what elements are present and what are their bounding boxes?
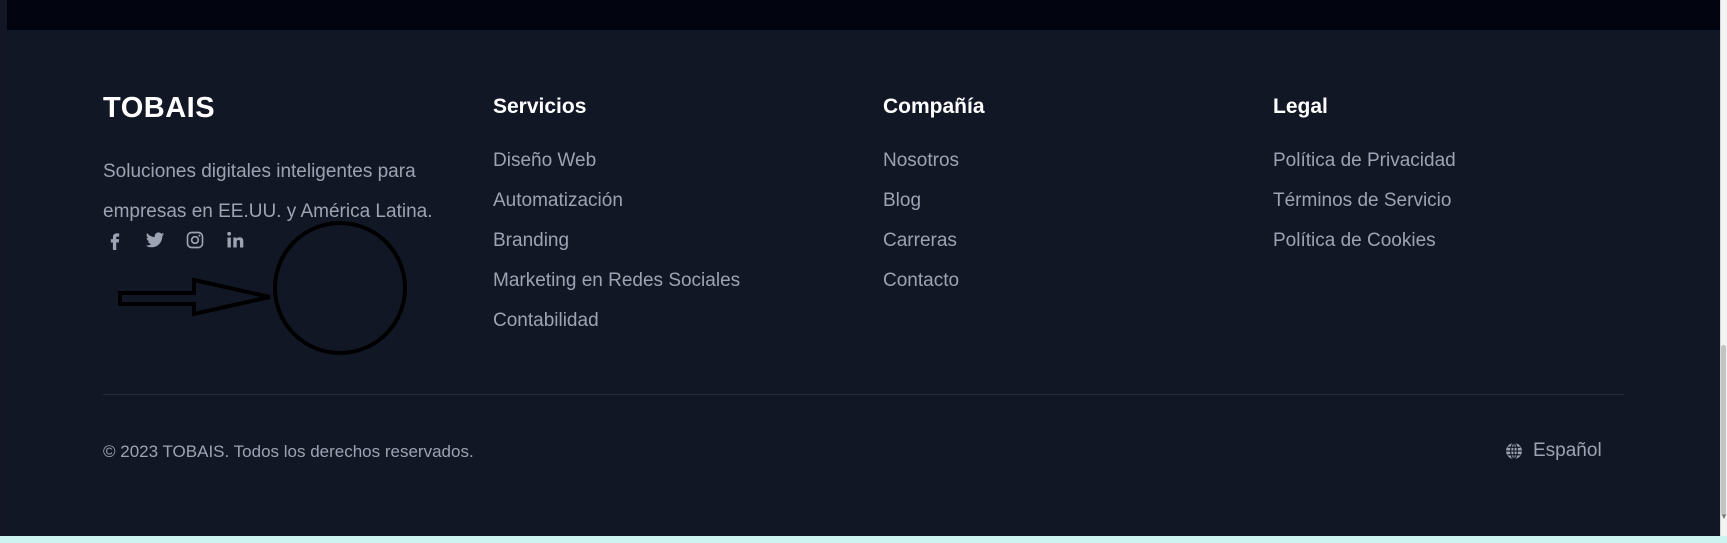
- footer-link-diseno-web[interactable]: Diseño Web: [493, 146, 740, 186]
- footer-brand-logo[interactable]: TOBAIS: [103, 92, 215, 125]
- footer-link-terminos[interactable]: Términos de Servicio: [1273, 186, 1456, 226]
- compania-links: Nosotros Blog Carreras Contacto: [883, 146, 959, 306]
- scrollbar-thumb[interactable]: [1721, 345, 1726, 515]
- legal-heading: Legal: [1273, 95, 1328, 118]
- scroll-down-icon[interactable]: ▼: [1720, 510, 1727, 524]
- instagram-icon[interactable]: [183, 228, 207, 252]
- footer-link-privacidad[interactable]: Política de Privacidad: [1273, 146, 1456, 186]
- language-selector[interactable]: Español: [1504, 438, 1602, 464]
- linkedin-icon[interactable]: [223, 228, 247, 252]
- footer-link-automatizacion[interactable]: Automatización: [493, 186, 740, 226]
- footer-link-contabilidad[interactable]: Contabilidad: [493, 306, 740, 346]
- language-label: Español: [1533, 440, 1602, 461]
- footer-link-contacto[interactable]: Contacto: [883, 266, 959, 306]
- footer-link-blog[interactable]: Blog: [883, 186, 959, 226]
- copyright-text: © 2023 TOBAIS. Todos los derechos reserv…: [103, 442, 474, 461]
- footer-link-marketing-redes[interactable]: Marketing en Redes Sociales: [493, 266, 740, 306]
- servicios-links: Diseño Web Automatización Branding Marke…: [493, 146, 740, 346]
- footer-tagline: Soluciones digitales inteligentes para e…: [103, 161, 433, 222]
- page-top-section: [7, 0, 1720, 30]
- social-links: [103, 228, 263, 252]
- footer-link-carreras[interactable]: Carreras: [883, 226, 959, 266]
- page-bottom-edge: [0, 536, 1727, 543]
- servicios-heading: Servicios: [493, 95, 587, 118]
- footer-divider: [103, 394, 1624, 395]
- legal-links: Política de Privacidad Términos de Servi…: [1273, 146, 1456, 266]
- facebook-icon[interactable]: [103, 228, 127, 252]
- compania-heading: Compañía: [883, 95, 985, 118]
- twitter-icon[interactable]: [143, 228, 167, 252]
- footer-link-branding[interactable]: Branding: [493, 226, 740, 266]
- footer-link-nosotros[interactable]: Nosotros: [883, 146, 959, 186]
- footer-link-cookies[interactable]: Política de Cookies: [1273, 226, 1456, 266]
- globe-icon: [1506, 442, 1522, 460]
